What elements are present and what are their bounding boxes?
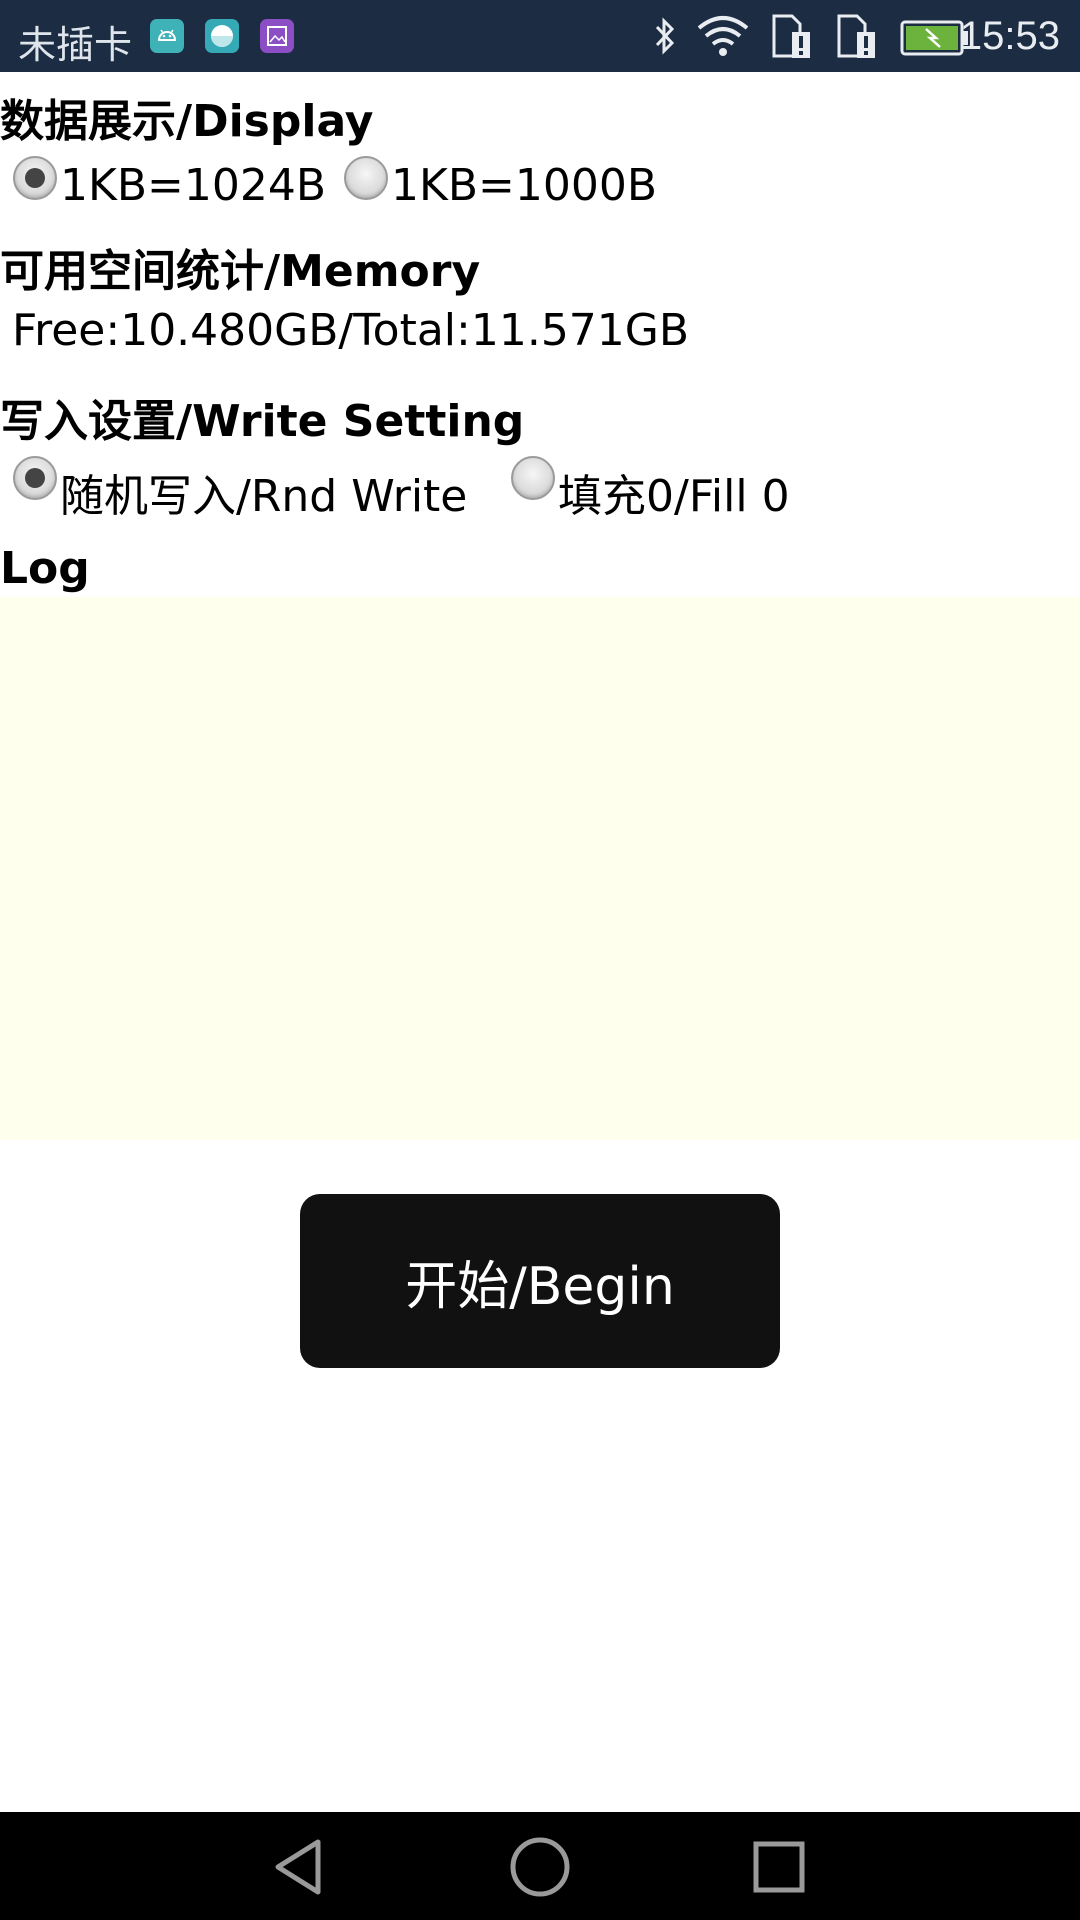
log-area[interactable] xyxy=(0,597,1080,1140)
radio-1024[interactable] xyxy=(13,156,57,200)
cleaner-icon xyxy=(205,19,239,53)
radio-selected-dot xyxy=(25,168,45,188)
radio-rnd-write-label[interactable]: 随机写入/Rnd Write xyxy=(60,460,467,524)
back-icon[interactable] xyxy=(266,1832,336,1902)
home-icon[interactable] xyxy=(505,1832,575,1902)
sim1-icon xyxy=(772,14,810,58)
gallery-icon xyxy=(260,19,294,53)
display-radio-group: 1KB=1024B 1KB=1000B xyxy=(0,152,1080,216)
recents-icon[interactable] xyxy=(744,1832,814,1902)
radio-rnd-write[interactable] xyxy=(13,456,57,500)
wifi-icon xyxy=(697,16,749,56)
clock-text: 15:53 xyxy=(959,14,1060,58)
status-right-group: 15:53 xyxy=(630,0,1080,72)
log-section-title: Log xyxy=(0,543,90,594)
write-radio-group: 随机写入/Rnd Write 填充0/Fill 0 xyxy=(0,452,1080,522)
radio-1000[interactable] xyxy=(344,156,388,200)
write-section-title: 写入设置/Write Setting xyxy=(0,396,525,447)
radio-1024-label[interactable]: 1KB=1024B xyxy=(60,160,326,211)
bluetooth-icon xyxy=(655,17,675,55)
begin-button[interactable]: 开始/Begin xyxy=(300,1194,780,1368)
radio-fill-zero-label[interactable]: 填充0/Fill 0 xyxy=(558,460,790,524)
navigation-bar xyxy=(0,1812,1080,1920)
radio-fill-zero[interactable] xyxy=(511,456,555,500)
radio-1000-label[interactable]: 1KB=1000B xyxy=(391,160,657,211)
sim2-icon xyxy=(837,14,875,58)
radio-selected-dot xyxy=(25,468,45,488)
android-icon xyxy=(150,19,184,53)
memory-section-title: 可用空间统计/Memory xyxy=(0,246,481,297)
display-section-title: 数据展示/Display xyxy=(0,96,374,147)
carrier-text: 未插卡 xyxy=(18,23,133,67)
memory-value: Free:10.480GB/Total:11.571GB xyxy=(12,305,690,356)
status-bar: 未插卡 15:53 xyxy=(0,0,1080,72)
